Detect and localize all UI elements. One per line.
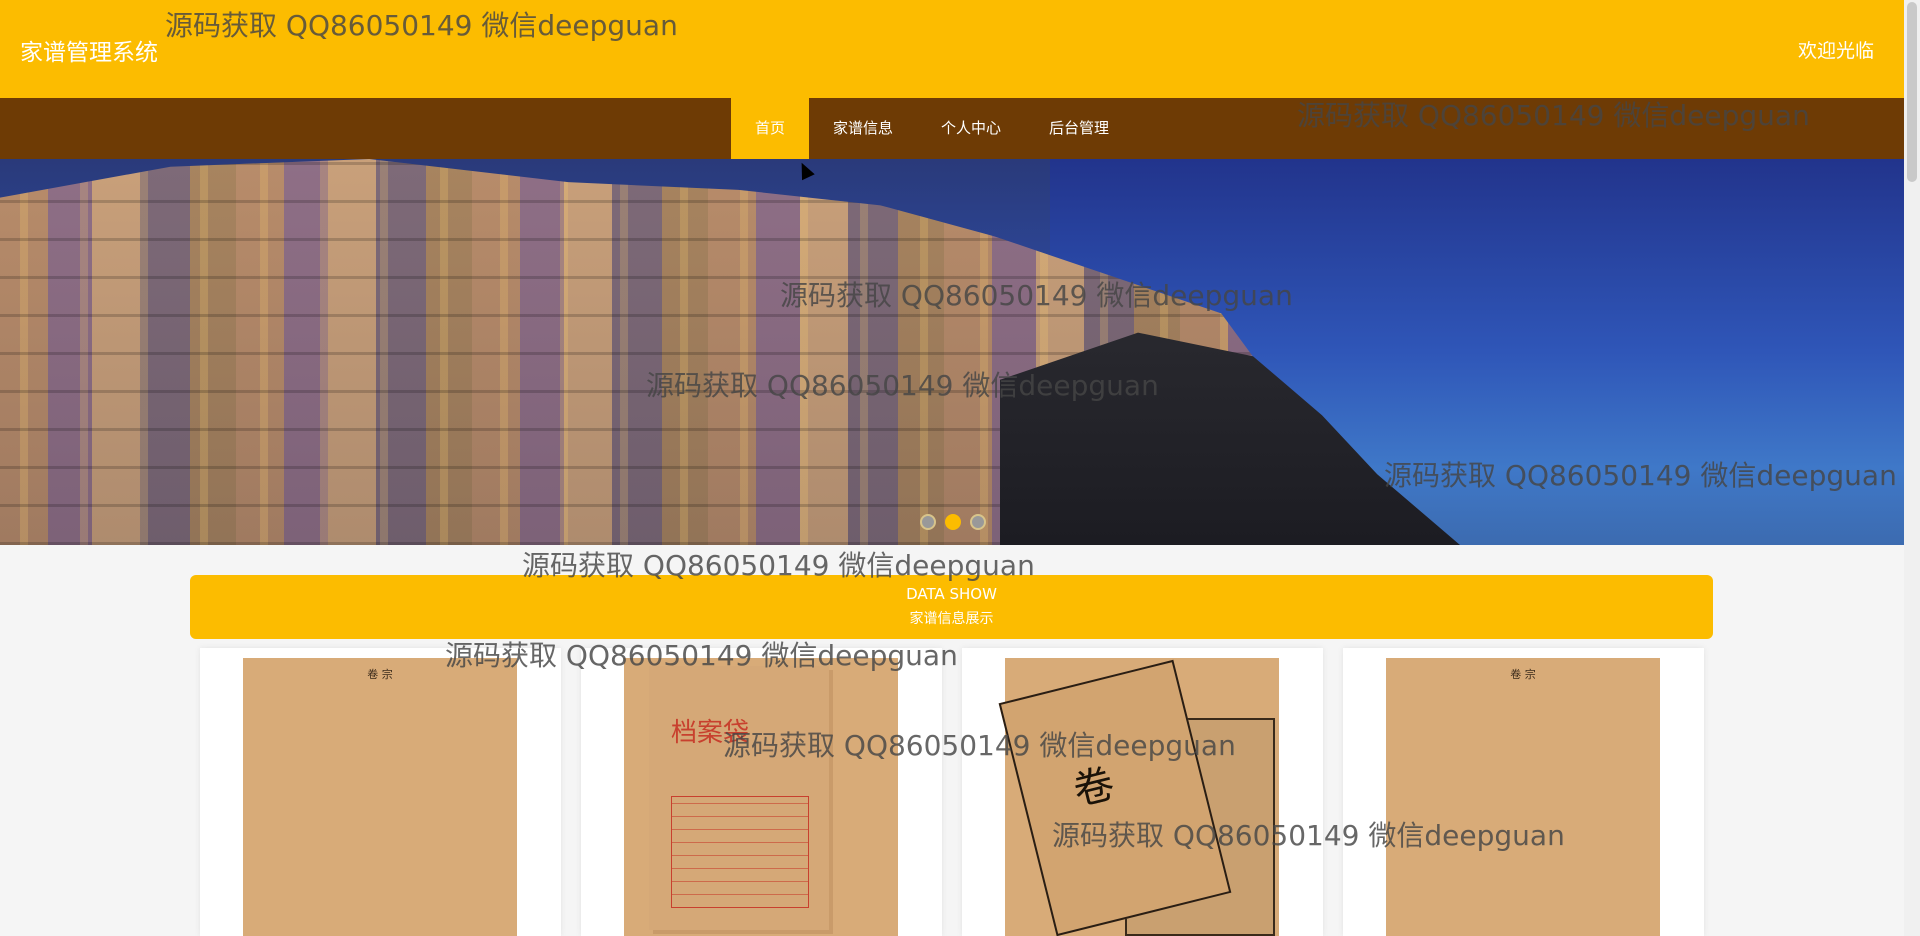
card-image-text: 卷 宗 [1510,668,1536,681]
card-item[interactable]: 卷 宗 [200,648,561,936]
card-image[interactable]: 档案袋 [624,658,898,936]
scrollbar-thumb[interactable] [1907,2,1917,182]
carousel-dot-3[interactable] [970,514,986,530]
card-item[interactable]: 档案袋 [581,648,942,936]
site-title[interactable]: 家谱管理系统 [20,33,158,67]
envelope-table [671,796,809,908]
carousel-dot-1[interactable] [920,514,936,530]
section-title-en: DATA SHOW [906,585,997,603]
banner-carousel[interactable] [0,159,1904,545]
carousel-dot-2[interactable] [945,514,961,530]
nav-item-admin[interactable]: 后台管理 [1025,98,1133,159]
main-nav: 首页 家谱信息 个人中心 后台管理 [0,98,1904,159]
section-header: DATA SHOW 家谱信息展示 [190,575,1713,639]
page-scrollbar[interactable] [1904,0,1920,936]
card-item[interactable]: 卷 宗 [1343,648,1704,936]
card-image[interactable]: 卷 宗 [243,658,517,936]
card-image-text: 卷 [1068,760,1119,815]
section-title-cn: 家谱信息展示 [909,611,994,627]
card-image[interactable]: 卷 [998,658,1279,936]
card-image-text: 卷 宗 [367,668,393,681]
nav-item-home[interactable]: 首页 [731,98,810,159]
folder-front: 卷 [998,659,1232,936]
nav-item-personal-center[interactable]: 个人中心 [917,98,1025,159]
envelope-graphic: 档案袋 [649,666,829,930]
nav-item-genealogy[interactable]: 家谱信息 [809,98,917,159]
card-image[interactable]: 卷 宗 [1386,658,1660,936]
welcome-text: 欢迎光临 [1797,40,1874,62]
top-header: 家谱管理系统 欢迎光临 [0,0,1904,98]
card-item[interactable]: 卷 [962,648,1323,936]
carousel-dots [920,514,986,530]
card-image-text: 档案袋 [671,718,750,748]
